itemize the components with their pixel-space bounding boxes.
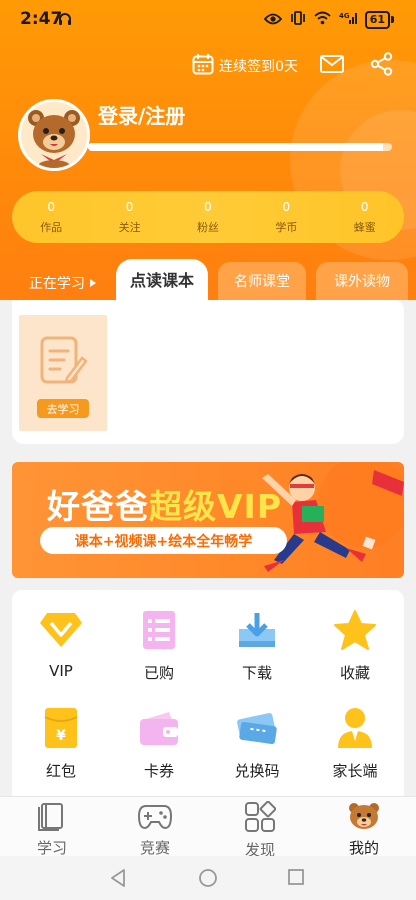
bear-icon bbox=[347, 801, 381, 835]
grid-label: 已购 bbox=[143, 664, 174, 682]
stats-bar: 0 作品 0 关注 0 粉丝 0 学币 0 蜂蜜 bbox=[12, 191, 404, 243]
grid-item-favorites[interactable]: 收藏 bbox=[306, 608, 404, 698]
stat-value: 0 bbox=[282, 199, 291, 214]
level-progress-fill bbox=[88, 143, 383, 151]
nav-learn[interactable]: 学习 bbox=[22, 801, 82, 857]
course-item[interactable]: 去学习 bbox=[19, 315, 107, 431]
banner-subtitle: 课本+视频课+绘本全年畅学 bbox=[40, 527, 287, 554]
grid-item-coupons[interactable]: 卡券 bbox=[110, 706, 208, 796]
system-nav-bar bbox=[0, 856, 416, 900]
stat-label: 蜂蜜 bbox=[353, 220, 376, 234]
grid-item-redeem-code[interactable]: 兑换码 bbox=[208, 706, 306, 796]
banner-title-part1: 好爸爸 bbox=[47, 487, 149, 526]
calendar-icon bbox=[192, 53, 214, 79]
checkin-label: 连续签到0天 bbox=[219, 59, 298, 75]
level-progress-bar bbox=[88, 143, 392, 151]
tab-teacher-class[interactable]: 名师课堂 bbox=[218, 262, 306, 300]
red-packet-icon: ¥ bbox=[39, 706, 83, 750]
feature-grid: VIP 已购 下载 收藏 ¥ 红包 卡券 兑换码 家长端 bbox=[12, 590, 404, 796]
stat-value: 0 bbox=[125, 199, 134, 214]
grid-label: 卡券 bbox=[143, 762, 174, 780]
grid-label: 下载 bbox=[241, 664, 272, 682]
stat-coins[interactable]: 0 学币 bbox=[251, 200, 321, 235]
tab-extra-reading[interactable]: 课外读物 bbox=[316, 262, 408, 300]
nav-label: 学习 bbox=[36, 839, 67, 857]
stat-honey[interactable]: 0 蜂蜜 bbox=[330, 200, 400, 235]
nav-mine[interactable]: 我的 bbox=[334, 801, 394, 857]
grid-item-red-packet[interactable]: ¥ 红包 bbox=[12, 706, 110, 796]
stat-label: 作品 bbox=[40, 220, 63, 234]
stat-fans[interactable]: 0 粉丝 bbox=[173, 200, 243, 235]
nav-label: 我的 bbox=[348, 839, 379, 857]
stat-label: 关注 bbox=[118, 220, 141, 234]
gamepad-icon bbox=[137, 801, 173, 835]
header-actions: 连续签到0天 bbox=[192, 52, 394, 80]
book-icon bbox=[37, 801, 67, 835]
mail-icon[interactable] bbox=[320, 55, 344, 77]
headphones-icon bbox=[58, 11, 72, 30]
banner-title: 好爸爸超级VIP bbox=[47, 480, 282, 528]
status-bar: 2:47 4G 61 bbox=[0, 0, 416, 40]
stat-value: 0 bbox=[360, 199, 369, 214]
battery-level: 61 bbox=[364, 10, 390, 29]
notebook-pencil-icon bbox=[39, 334, 88, 390]
login-register-link[interactable]: 登录/注册 bbox=[98, 100, 185, 129]
go-learn-button[interactable]: 去学习 bbox=[37, 399, 89, 418]
svg-text:4G: 4G bbox=[339, 12, 350, 20]
stat-works[interactable]: 0 作品 bbox=[16, 200, 86, 235]
banner-title-vip: 超级VIP bbox=[149, 487, 283, 526]
currently-learning-label: 正在学习 bbox=[29, 276, 85, 292]
currently-learning-link[interactable]: 正在学习 bbox=[29, 273, 96, 293]
wallet-icon bbox=[137, 706, 181, 750]
share-icon[interactable] bbox=[370, 52, 394, 80]
checkin-button[interactable]: 连续签到0天 bbox=[192, 53, 298, 79]
stat-value: 0 bbox=[47, 199, 55, 214]
status-time: 2:47 bbox=[20, 9, 63, 29]
tab-textbook[interactable]: 点读课本 bbox=[116, 259, 208, 303]
grid-label: 兑换码 bbox=[234, 762, 280, 780]
profile-header: 2:47 4G 61 连续签到0天 登录/注册 0 作品 0 关注 0 粉丝 0… bbox=[0, 0, 416, 300]
recents-icon[interactable] bbox=[287, 868, 305, 890]
grid-label: 收藏 bbox=[339, 664, 370, 682]
discover-icon bbox=[244, 800, 277, 837]
grid-label: 红包 bbox=[45, 762, 76, 780]
wifi-icon bbox=[314, 10, 331, 29]
back-icon[interactable] bbox=[109, 868, 127, 892]
grid-item-parent[interactable]: 家长端 bbox=[306, 706, 404, 796]
stat-label: 粉丝 bbox=[196, 220, 219, 234]
purchased-icon bbox=[137, 608, 181, 652]
grid-item-purchased[interactable]: 已购 bbox=[110, 608, 208, 698]
avatar[interactable] bbox=[18, 99, 90, 171]
signal-icon: 4G bbox=[339, 10, 357, 29]
svg-text:¥: ¥ bbox=[56, 728, 66, 744]
stat-value: 0 bbox=[204, 199, 212, 214]
nav-label: 竞赛 bbox=[139, 839, 170, 857]
stat-following[interactable]: 0 关注 bbox=[95, 200, 165, 235]
nav-discover[interactable]: 发现 bbox=[230, 800, 290, 859]
parent-icon bbox=[333, 706, 377, 750]
vibrate-icon bbox=[290, 10, 306, 29]
stat-label: 学币 bbox=[275, 220, 298, 234]
grid-label: VIP bbox=[49, 662, 73, 680]
battery-icon: 61 bbox=[364, 10, 394, 29]
eye-icon bbox=[263, 10, 282, 29]
bear-avatar-icon bbox=[21, 102, 87, 168]
course-panel: 去学习 bbox=[12, 300, 404, 444]
vip-icon bbox=[39, 608, 83, 652]
star-icon bbox=[333, 608, 377, 652]
home-icon[interactable] bbox=[198, 868, 218, 892]
play-arrow-icon bbox=[90, 279, 96, 287]
download-icon bbox=[235, 608, 279, 652]
bottom-nav: 学习 竞赛 发现 我的 bbox=[0, 796, 416, 859]
ticket-icon bbox=[235, 706, 279, 750]
grid-item-download[interactable]: 下载 bbox=[208, 608, 306, 698]
grid-label: 家长端 bbox=[332, 762, 378, 780]
nav-competition[interactable]: 竞赛 bbox=[125, 801, 185, 857]
vip-banner[interactable]: 好爸爸超级VIP 课本+视频课+绘本全年畅学 bbox=[12, 462, 404, 578]
grid-item-vip[interactable]: VIP bbox=[12, 608, 110, 698]
